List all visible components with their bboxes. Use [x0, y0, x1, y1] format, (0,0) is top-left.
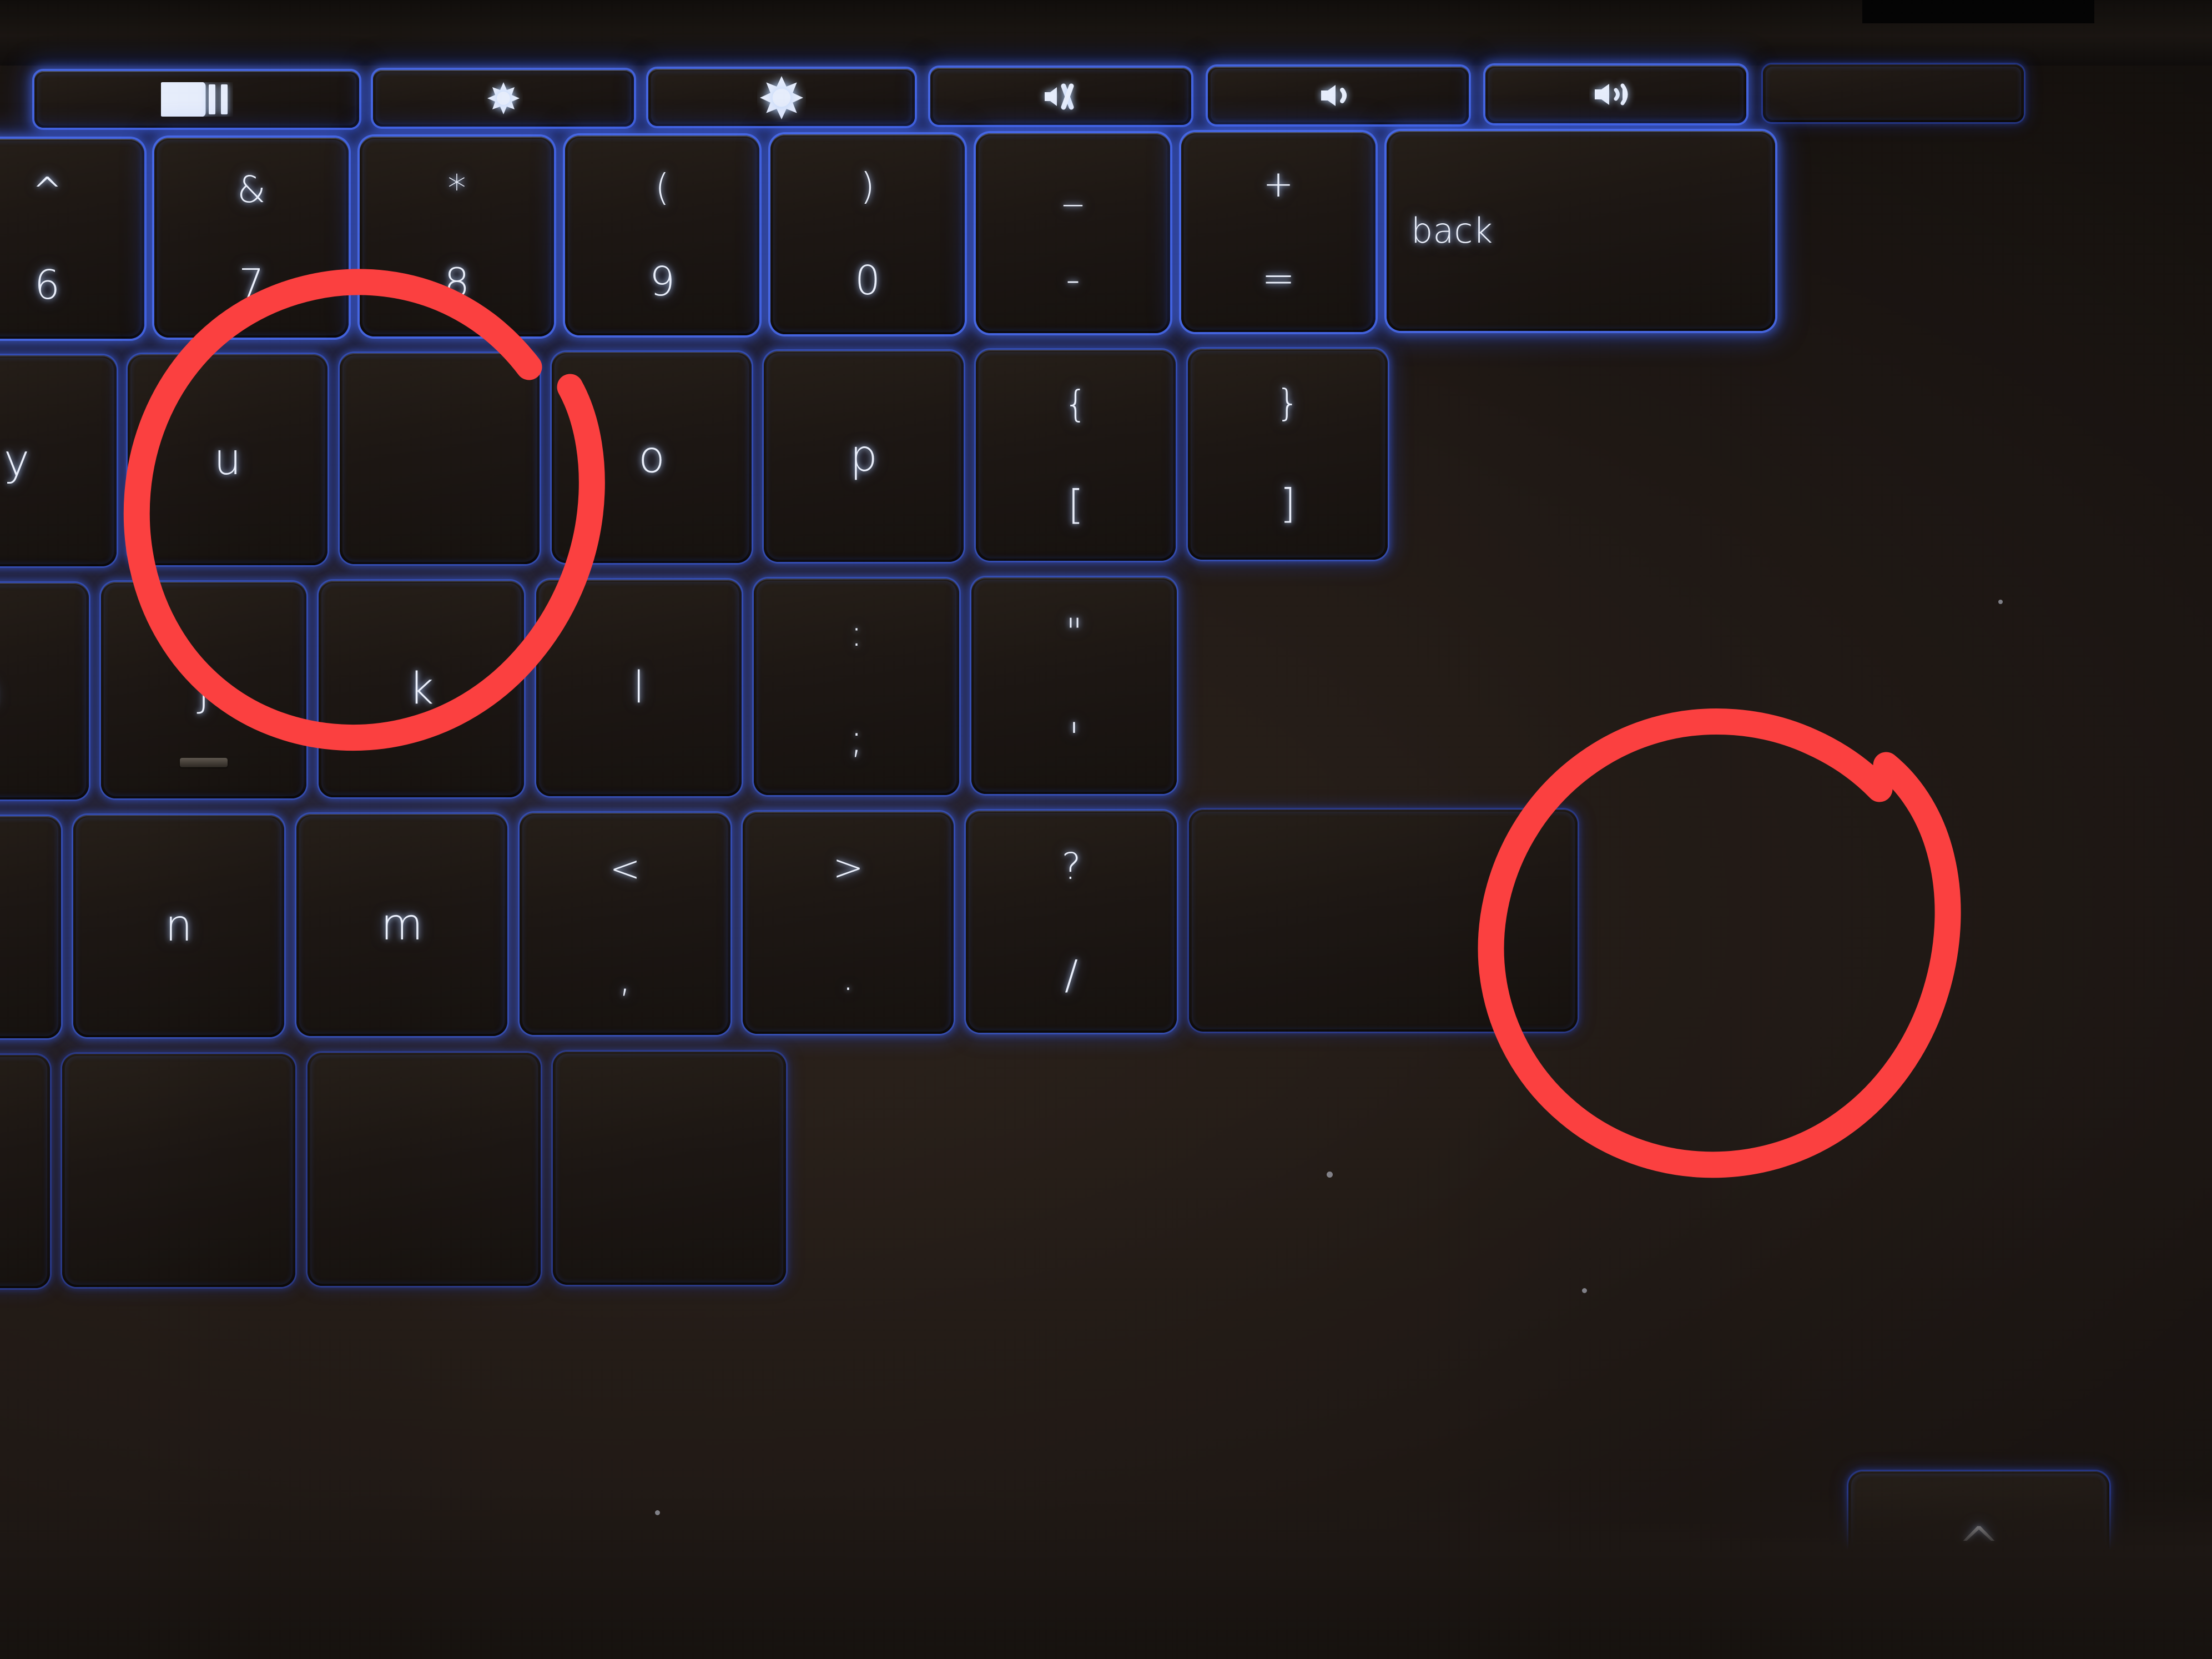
- dust-speck: [1998, 600, 2003, 604]
- key-b[interactable]: b: [0, 816, 61, 1038]
- key-9-upper: (: [655, 166, 669, 209]
- brightness-high-icon: [648, 73, 915, 122]
- key-9[interactable]: ( 9: [565, 135, 759, 335]
- speaker-mute-icon: [930, 75, 1191, 118]
- key-brightness-down[interactable]: [373, 70, 634, 127]
- key-o[interactable]: o: [552, 352, 752, 563]
- key-l-label: l: [633, 663, 645, 713]
- key-6[interactable]: ^ 6: [0, 139, 144, 339]
- key-right-shift[interactable]: [1189, 810, 1578, 1032]
- dust-speck: [1582, 1288, 1587, 1293]
- key-equal-upper: +: [1263, 163, 1294, 206]
- bezel-notch: [1862, 0, 2094, 23]
- key-n-label: n: [165, 901, 193, 951]
- key-l[interactable]: l: [536, 580, 742, 796]
- key-0[interactable]: ) 0: [770, 134, 965, 334]
- key-quote-upper: ": [1065, 611, 1083, 654]
- key-p[interactable]: p: [764, 351, 964, 562]
- key-quote-lower: ': [1069, 713, 1080, 761]
- key-equal[interactable]: + =: [1181, 132, 1375, 332]
- dust-speck: [655, 1510, 660, 1515]
- key-equal-lower: =: [1261, 254, 1296, 301]
- key-period[interactable]: > .: [743, 812, 954, 1034]
- dust-speck: [1327, 1172, 1333, 1178]
- key-minus-lower: -: [1066, 255, 1080, 303]
- key-0-lower: 0: [855, 257, 880, 304]
- key-8-upper: *: [447, 167, 466, 210]
- key-u-label: u: [214, 435, 241, 485]
- key-bracket-right-lower: ]: [1279, 480, 1296, 527]
- key-minus-upper: _: [1064, 164, 1082, 207]
- key-9-lower: 9: [649, 258, 675, 305]
- key-slash-upper: ?: [1061, 845, 1081, 888]
- key-b-label: b: [0, 906, 61, 949]
- key-task-view[interactable]: [34, 71, 359, 128]
- key-space-blank-2[interactable]: [62, 1054, 295, 1287]
- key-0-upper: ): [860, 165, 875, 208]
- key-y[interactable]: y: [0, 355, 117, 566]
- palm-rest: [0, 1492, 2212, 1659]
- key-quote[interactable]: " ': [971, 577, 1177, 794]
- key-bracket-left-lower: [: [1067, 481, 1084, 529]
- key-k-label: k: [409, 664, 434, 714]
- key-semicolon-upper: :: [850, 612, 863, 655]
- home-row-bump: [180, 758, 228, 767]
- key-y-label: y: [3, 436, 30, 486]
- key-bracket-left[interactable]: { [: [976, 350, 1176, 561]
- key-7-upper: &: [237, 168, 266, 212]
- brightness-low-icon: [373, 79, 634, 118]
- key-u[interactable]: u: [128, 354, 327, 565]
- key-space-blank-1[interactable]: [0, 1055, 50, 1288]
- key-7[interactable]: & 7: [154, 138, 349, 338]
- key-volume-up[interactable]: [1485, 66, 1746, 123]
- key-m-label: m: [381, 900, 423, 950]
- key-function-partial[interactable]: [1763, 64, 2024, 122]
- key-bracket-left-upper: {: [1064, 382, 1087, 425]
- key-o-label: o: [638, 433, 665, 482]
- key-7-lower: 7: [239, 260, 264, 307]
- key-volume-down[interactable]: [1208, 67, 1469, 124]
- key-period-lower: .: [842, 953, 855, 999]
- key-semicolon[interactable]: : ;: [754, 579, 959, 795]
- key-slash[interactable]: ? /: [966, 811, 1177, 1033]
- key-h-label: h: [0, 670, 89, 713]
- key-j[interactable]: j: [101, 582, 306, 798]
- key-8[interactable]: * 8: [360, 137, 554, 336]
- key-k[interactable]: k: [319, 581, 524, 797]
- key-backspace-label: back: [1411, 210, 1493, 251]
- key-brightness-up[interactable]: [648, 69, 915, 126]
- key-semicolon-lower: ;: [849, 715, 864, 762]
- key-i[interactable]: [340, 353, 540, 564]
- key-8-lower: 8: [444, 259, 470, 306]
- key-n[interactable]: n: [73, 815, 284, 1037]
- key-comma-upper: <: [609, 847, 641, 890]
- key-p-label: p: [850, 431, 878, 481]
- key-backspace[interactable]: back: [1387, 131, 1775, 331]
- key-minus[interactable]: _ -: [976, 133, 1170, 333]
- key-bracket-right-upper: }: [1276, 381, 1299, 424]
- key-comma-lower: ,: [618, 954, 632, 1001]
- key-slash-lower: /: [1064, 952, 1079, 998]
- speaker-high-icon: [1485, 73, 1746, 116]
- key-6-lower: 6: [34, 261, 60, 308]
- window-switch-icon: [34, 82, 359, 117]
- speaker-low-icon: [1208, 74, 1469, 117]
- key-space-blank-3[interactable]: [308, 1053, 541, 1286]
- key-j-label: j: [198, 665, 210, 715]
- key-mute[interactable]: [930, 68, 1191, 125]
- key-comma[interactable]: < ,: [520, 813, 730, 1035]
- key-m[interactable]: m: [296, 814, 507, 1036]
- key-space-blank-4[interactable]: [553, 1052, 786, 1285]
- key-h[interactable]: h: [0, 583, 89, 800]
- keyboard-photo: ^ 6 & 7 * 8 ( 9 ) 0 _ - + = back y u o p…: [0, 0, 2212, 1659]
- key-bracket-right[interactable]: } ]: [1188, 349, 1388, 560]
- key-6-upper: ^: [32, 169, 63, 213]
- key-period-upper: >: [833, 846, 864, 889]
